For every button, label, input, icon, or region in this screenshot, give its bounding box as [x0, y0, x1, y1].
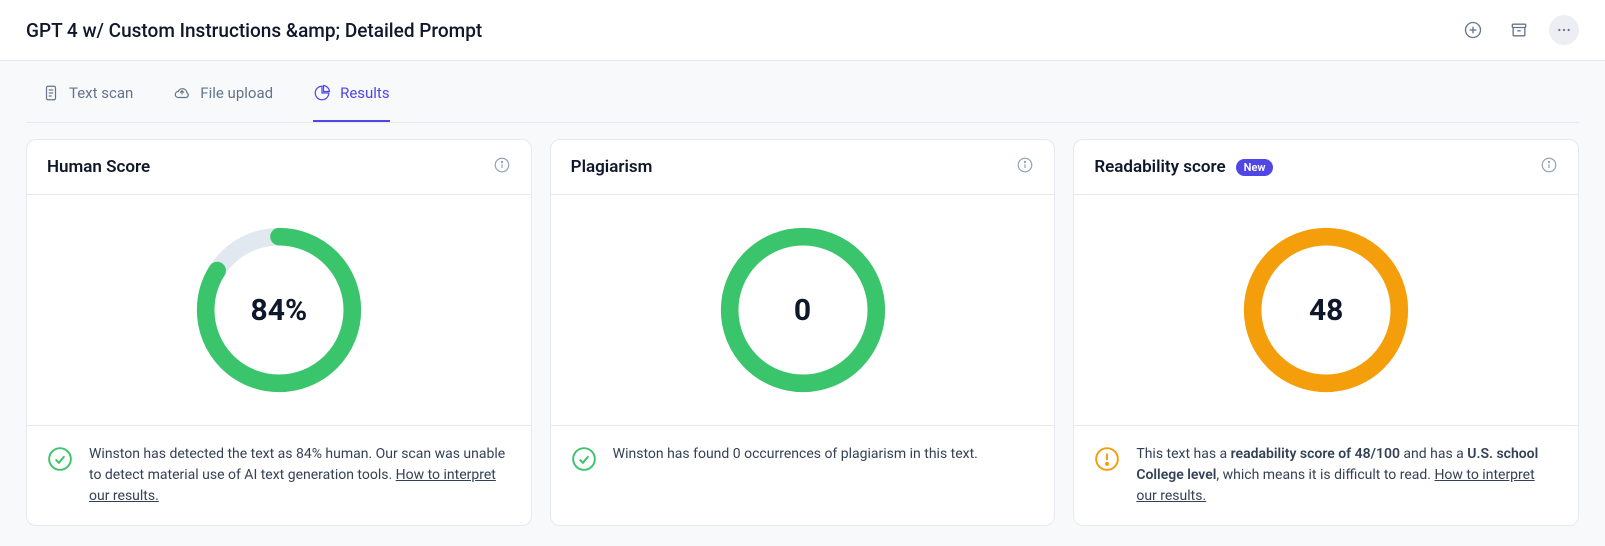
tab-text-scan[interactable]: Text scan	[42, 84, 133, 122]
ring-value: 0	[715, 222, 891, 398]
footer-text: Winston has detected the text as 84% hum…	[89, 444, 511, 507]
tab-label: Text scan	[69, 84, 133, 102]
warning-icon	[1094, 446, 1120, 476]
header-actions	[1457, 14, 1579, 46]
ring-chart: 48	[1074, 195, 1578, 425]
card-header: Human Score	[27, 140, 531, 195]
card-title: Human Score	[47, 157, 150, 177]
card-human-score: Human Score 84%	[26, 139, 532, 526]
card-header: Plagiarism	[551, 140, 1055, 195]
info-icon[interactable]	[1540, 156, 1558, 178]
content: Text scan File upload Results Human Scor…	[0, 61, 1605, 546]
new-badge: New	[1236, 159, 1274, 176]
tabs: Text scan File upload Results	[26, 62, 1579, 123]
card-title: Readability score	[1094, 157, 1225, 177]
checkmark-icon	[47, 446, 73, 476]
ring-chart: 84%	[27, 195, 531, 425]
more-icon[interactable]	[1549, 15, 1579, 45]
card-header: Readability score New	[1074, 140, 1578, 195]
footer-text: Winston has found 0 occurrences of plagi…	[613, 444, 978, 465]
card-readability: Readability score New 48	[1073, 139, 1579, 526]
card-footer: Winston has detected the text as 84% hum…	[27, 425, 531, 525]
checkmark-icon	[571, 446, 597, 476]
card-plagiarism: Plagiarism 0 Winston ha	[550, 139, 1056, 526]
document-icon	[42, 84, 60, 102]
info-icon[interactable]	[1016, 156, 1034, 178]
tab-results[interactable]: Results	[313, 84, 390, 122]
card-footer: This text has a readability score of 48/…	[1074, 425, 1578, 525]
header-bar: GPT 4 w/ Custom Instructions &amp; Detai…	[0, 0, 1605, 61]
ring-value: 48	[1238, 222, 1414, 398]
cloud-upload-icon	[173, 84, 191, 102]
chart-icon	[313, 84, 331, 102]
archive-icon[interactable]	[1503, 14, 1535, 46]
cards-row: Human Score 84%	[26, 123, 1579, 526]
add-icon[interactable]	[1457, 14, 1489, 46]
ring-value: 84%	[191, 222, 367, 398]
page-title: GPT 4 w/ Custom Instructions &amp; Detai…	[26, 19, 482, 42]
card-footer: Winston has found 0 occurrences of plagi…	[551, 425, 1055, 494]
tab-label: Results	[340, 84, 390, 102]
ring-chart: 0	[551, 195, 1055, 425]
info-icon[interactable]	[493, 156, 511, 178]
tab-label: File upload	[200, 84, 273, 102]
card-title: Plagiarism	[571, 157, 653, 177]
footer-text: This text has a readability score of 48/…	[1136, 444, 1558, 507]
tab-file-upload[interactable]: File upload	[173, 84, 273, 122]
